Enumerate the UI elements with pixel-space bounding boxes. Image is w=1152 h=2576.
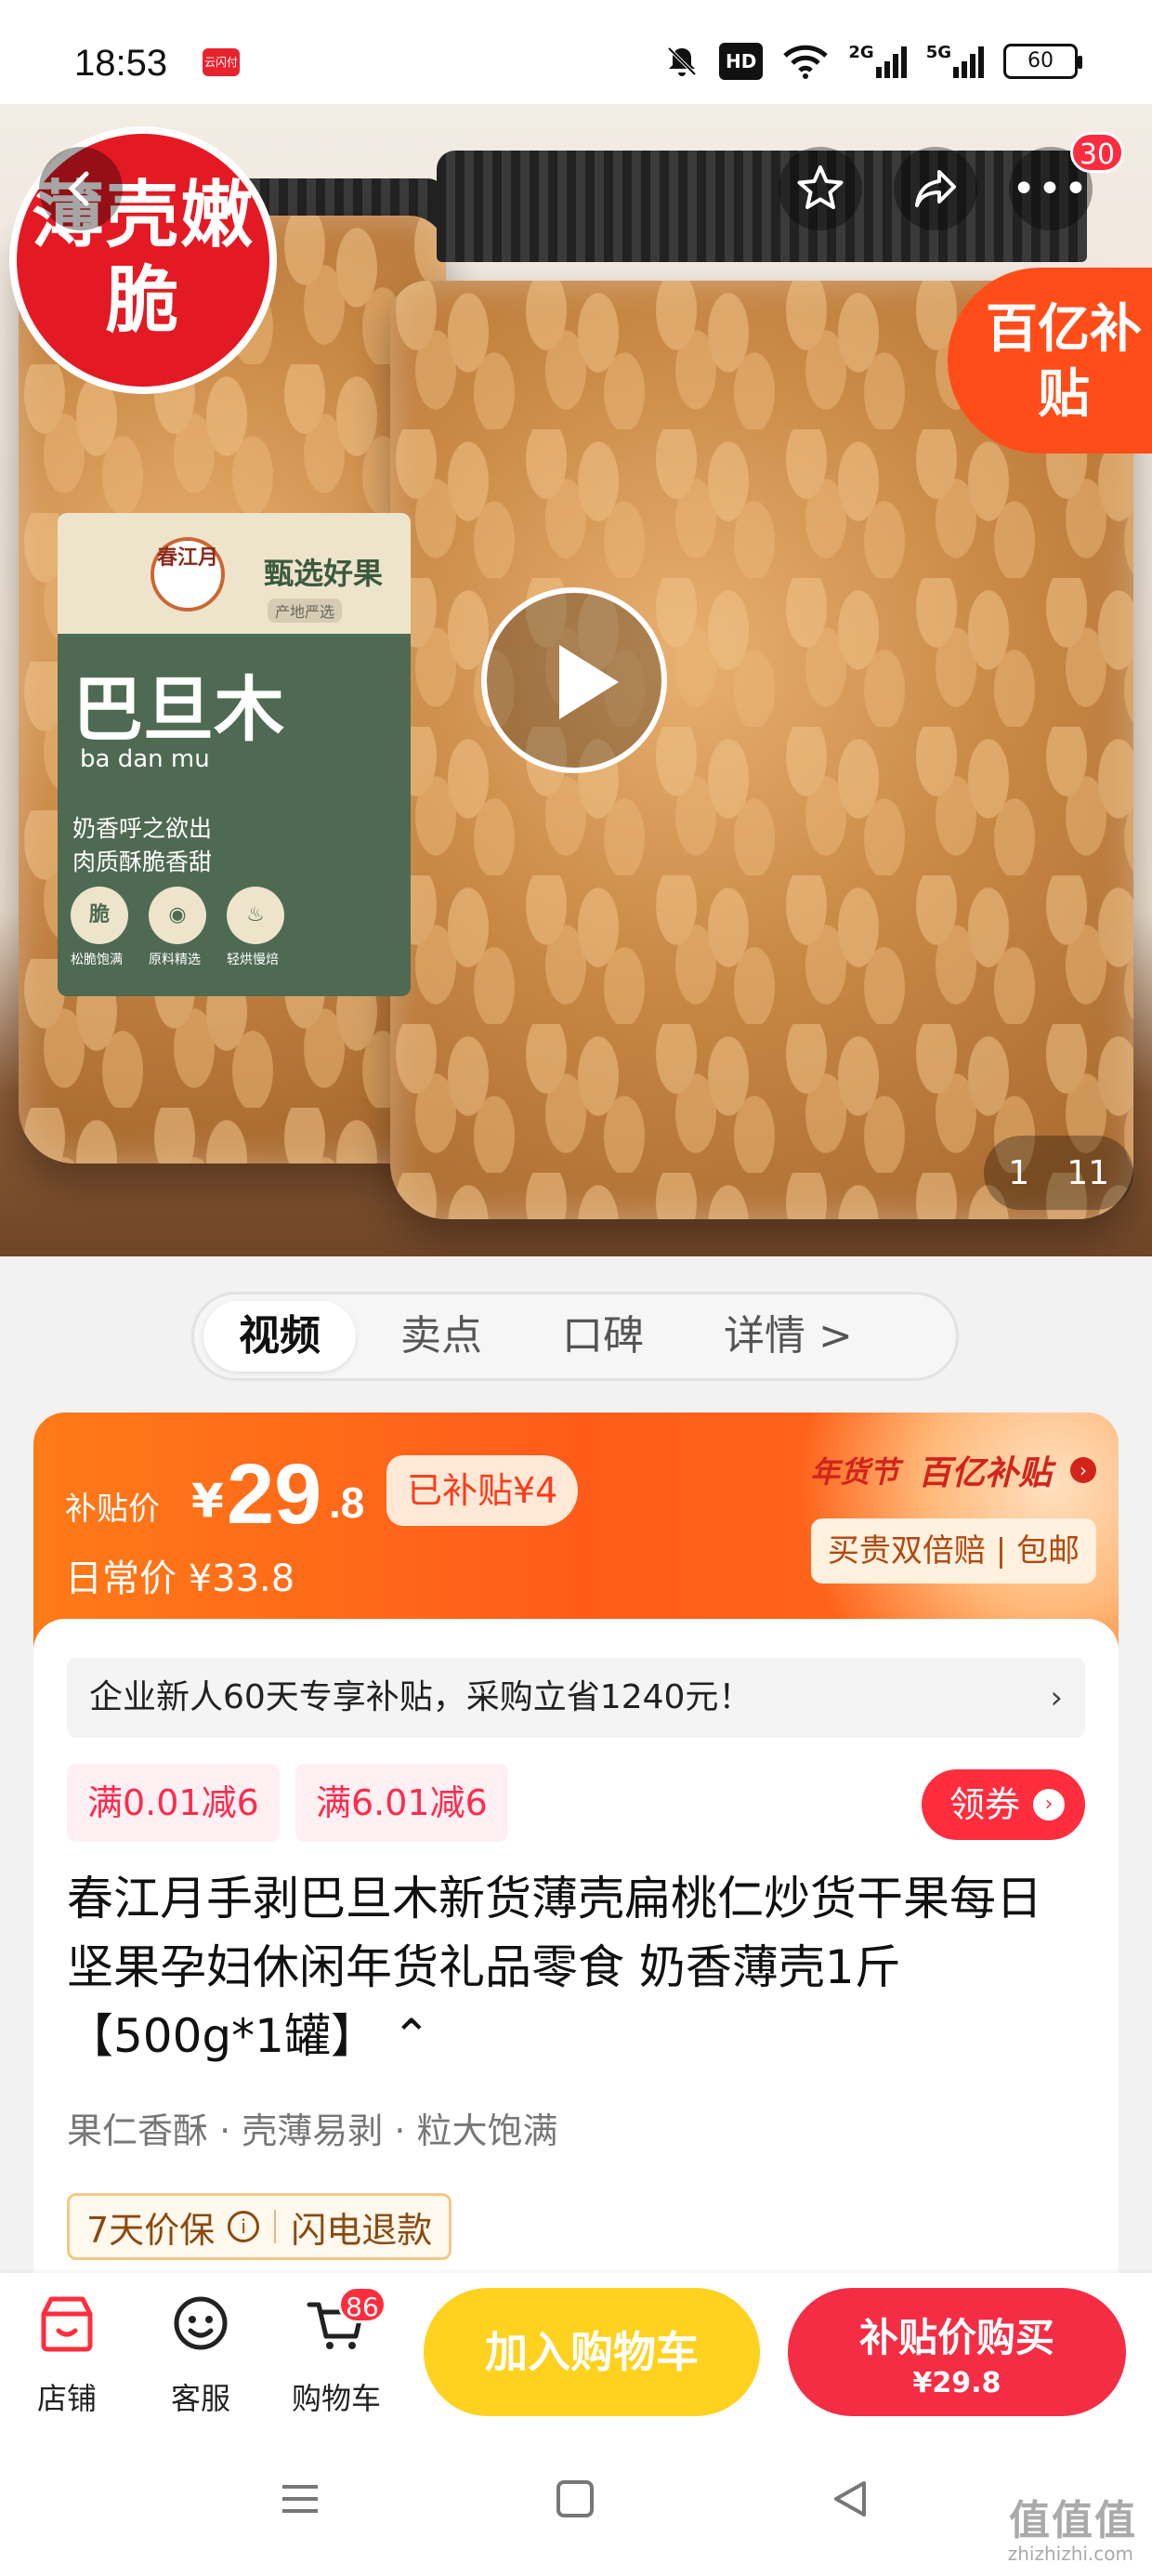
- brand-logo: 春江月: [151, 537, 225, 611]
- coupon-tag[interactable]: 满6.01减6: [295, 1764, 508, 1842]
- buy-label: 补贴价购买: [858, 2315, 1054, 2360]
- wifi-icon: [781, 43, 830, 80]
- status-time: 18:53: [74, 43, 168, 84]
- chevron-left-icon: [68, 171, 89, 206]
- label-badges: 脆 ◉ ♨: [71, 887, 284, 944]
- claim-coupon-button[interactable]: 领券 ›: [921, 1769, 1085, 1840]
- label-pinyin: ba dan mu: [80, 745, 210, 773]
- chevron-right-icon: ›: [1033, 1789, 1065, 1820]
- chevron-right-icon: ›: [1070, 1457, 1096, 1483]
- label-description: 奶香呼之欲出 肉质酥脆香甜: [72, 812, 212, 879]
- label-desc-line-2: 肉质酥脆香甜: [72, 848, 213, 875]
- badge-caption-1: 松脆饱满: [71, 953, 123, 967]
- tab-video[interactable]: 视频: [203, 1301, 356, 1372]
- app-notification-icon: 云闪付: [203, 48, 240, 76]
- detail-tabs: 视频 卖点 口碑 详情 >: [191, 1292, 959, 1381]
- buy-now-button[interactable]: 补贴价购买 ¥29.8: [788, 2288, 1126, 2416]
- badge-caption-2: 原料精选: [149, 953, 201, 967]
- label-product-name: 巴旦木: [72, 668, 284, 751]
- banner-text: 企业新人60天专享补贴，采购立省1240元！: [89, 1678, 753, 1716]
- product-info-card: 企业新人60天专享补贴，采购立省1240元！ › 满0.01减6 满6.01减6…: [33, 1619, 1119, 2288]
- signal-2g-icon: 2G: [848, 43, 907, 80]
- guarantee-tag[interactable]: 买贵双倍赔 | 包邮: [810, 1518, 1096, 1584]
- battery-icon: 60: [1003, 44, 1082, 79]
- status-icons: HD 2G 5G 60: [663, 43, 1082, 80]
- service-guarantees[interactable]: 7天价保 i 闪电退款: [67, 2193, 452, 2260]
- star-icon: [797, 165, 844, 209]
- crisp-badge-icon: 脆: [71, 887, 128, 944]
- subsidy-corner-badge: 百亿补贴: [948, 268, 1152, 453]
- almond-badge-icon: ◉: [149, 887, 206, 944]
- watermark: 值值值: [1009, 2497, 1137, 2544]
- share-button[interactable]: [894, 147, 977, 230]
- store-button[interactable]: 店铺: [11, 2292, 123, 2418]
- label-desc-line-1: 奶香呼之欲出: [72, 815, 213, 842]
- watermark-url: zhizhizhi.com: [1007, 2543, 1133, 2565]
- divider: [274, 2210, 277, 2243]
- menu-icon[interactable]: [277, 2476, 323, 2534]
- info-icon: i: [228, 2211, 260, 2242]
- customer-service-button[interactable]: 客服: [145, 2292, 256, 2418]
- enterprise-subsidy-banner[interactable]: 企业新人60天专享补贴，采购立省1240元！ ›: [67, 1658, 1085, 1738]
- jar-lid-front: [437, 151, 1087, 262]
- system-navigation-bar: 值值值 zhizhizhi.com: [0, 2431, 1152, 2576]
- coupon-tag[interactable]: 满0.01减6: [67, 1764, 280, 1842]
- subsidy-price-label: 补贴价: [65, 1491, 160, 1528]
- tab-selling-points[interactable]: 卖点: [365, 1301, 517, 1372]
- price-currency: ¥: [191, 1474, 224, 1528]
- page-total: 11: [1067, 1153, 1109, 1192]
- video-play-button[interactable]: [481, 587, 667, 773]
- image-page-indicator: 1 11: [984, 1136, 1133, 1210]
- status-bar: 18:53 云闪付 HD 2G 5G 60: [0, 0, 1152, 104]
- badge-caption-3: 轻烘慢焙: [227, 953, 279, 967]
- bottom-action-bar: 店铺 客服 86 购物车 加入购物车 补贴价购买 ¥29.8: [0, 2273, 1152, 2431]
- cart-count-badge: 86: [338, 2286, 386, 2323]
- product-title[interactable]: 春江月手剥巴旦木新货薄壳扁桃仁炒货干果每日坚果孕妇休闲年货礼品零食 奶香薄壳1斤…: [67, 1864, 1085, 2070]
- event-row[interactable]: 年货节 百亿补贴 ›: [810, 1446, 1096, 1494]
- customer-service-label: 客服: [170, 2381, 230, 2416]
- hd-icon: HD: [719, 43, 764, 80]
- subsidized-amount-tag: 已补贴¥4: [386, 1455, 579, 1526]
- label-badge-captions: 松脆饱满 原料精选 轻烘慢焙: [71, 950, 279, 968]
- product-features: 果仁香酥 · 壳薄易剥 · 粒大饱满: [67, 2110, 558, 2151]
- add-to-cart-button[interactable]: 加入购物车: [424, 2288, 760, 2416]
- label-select-text: 甄选好果: [264, 556, 384, 591]
- chevron-right-icon: ›: [1050, 1679, 1063, 1716]
- play-icon: [559, 645, 619, 719]
- cart-button[interactable]: 86 购物车: [281, 2286, 392, 2418]
- quick-refund-label: 闪电退款: [291, 2209, 433, 2251]
- chat-face-icon: [145, 2292, 256, 2362]
- cart-label: 购物车: [291, 2381, 381, 2416]
- mute-icon: [663, 43, 700, 80]
- tab-reviews[interactable]: 口碑: [527, 1301, 679, 1372]
- label-select-sub: 产地严选: [268, 598, 343, 623]
- daily-price: 日常价 ¥33.8: [65, 1557, 295, 1600]
- page-current: 1: [1008, 1153, 1030, 1192]
- new-year-festival-tag: 年货节: [809, 1454, 899, 1490]
- back-triangle-icon[interactable]: [827, 2476, 873, 2534]
- favorite-button[interactable]: [779, 147, 862, 230]
- roast-badge-icon: ♨: [227, 887, 284, 944]
- buy-price: ¥29.8: [912, 2367, 1001, 2399]
- message-count-badge: 30: [1070, 132, 1124, 173]
- share-icon: [915, 170, 956, 207]
- price-card: 补贴价 ¥ 29 .8 已补贴¥4 日常价 ¥33.8 年货节 百亿补贴 › 买…: [33, 1413, 1119, 1654]
- price-protection-label: 7天价保: [86, 2209, 216, 2251]
- product-label: 春江月 甄选好果 产地严选 巴旦木 ba dan mu 奶香呼之欲出 肉质酥脆香…: [58, 513, 411, 996]
- product-image-carousel[interactable]: 春江月 甄选好果 产地严选 巴旦木 ba dan mu 奶香呼之欲出 肉质酥脆香…: [0, 104, 1152, 1256]
- store-label: 店铺: [36, 2381, 97, 2416]
- billion-subsidy-tag: 百亿补贴: [917, 1454, 1052, 1492]
- home-icon[interactable]: [552, 2476, 598, 2534]
- signal-5g-icon: 5G: [926, 43, 985, 80]
- more-dots-icon: •••: [1012, 164, 1090, 213]
- tab-details[interactable]: 详情 >: [688, 1301, 888, 1372]
- claim-label: 领券: [949, 1784, 1020, 1825]
- back-button[interactable]: [39, 147, 123, 230]
- price-decimal: .8: [329, 1479, 365, 1527]
- store-icon: [11, 2292, 123, 2362]
- price-integer: 29: [227, 1447, 322, 1542]
